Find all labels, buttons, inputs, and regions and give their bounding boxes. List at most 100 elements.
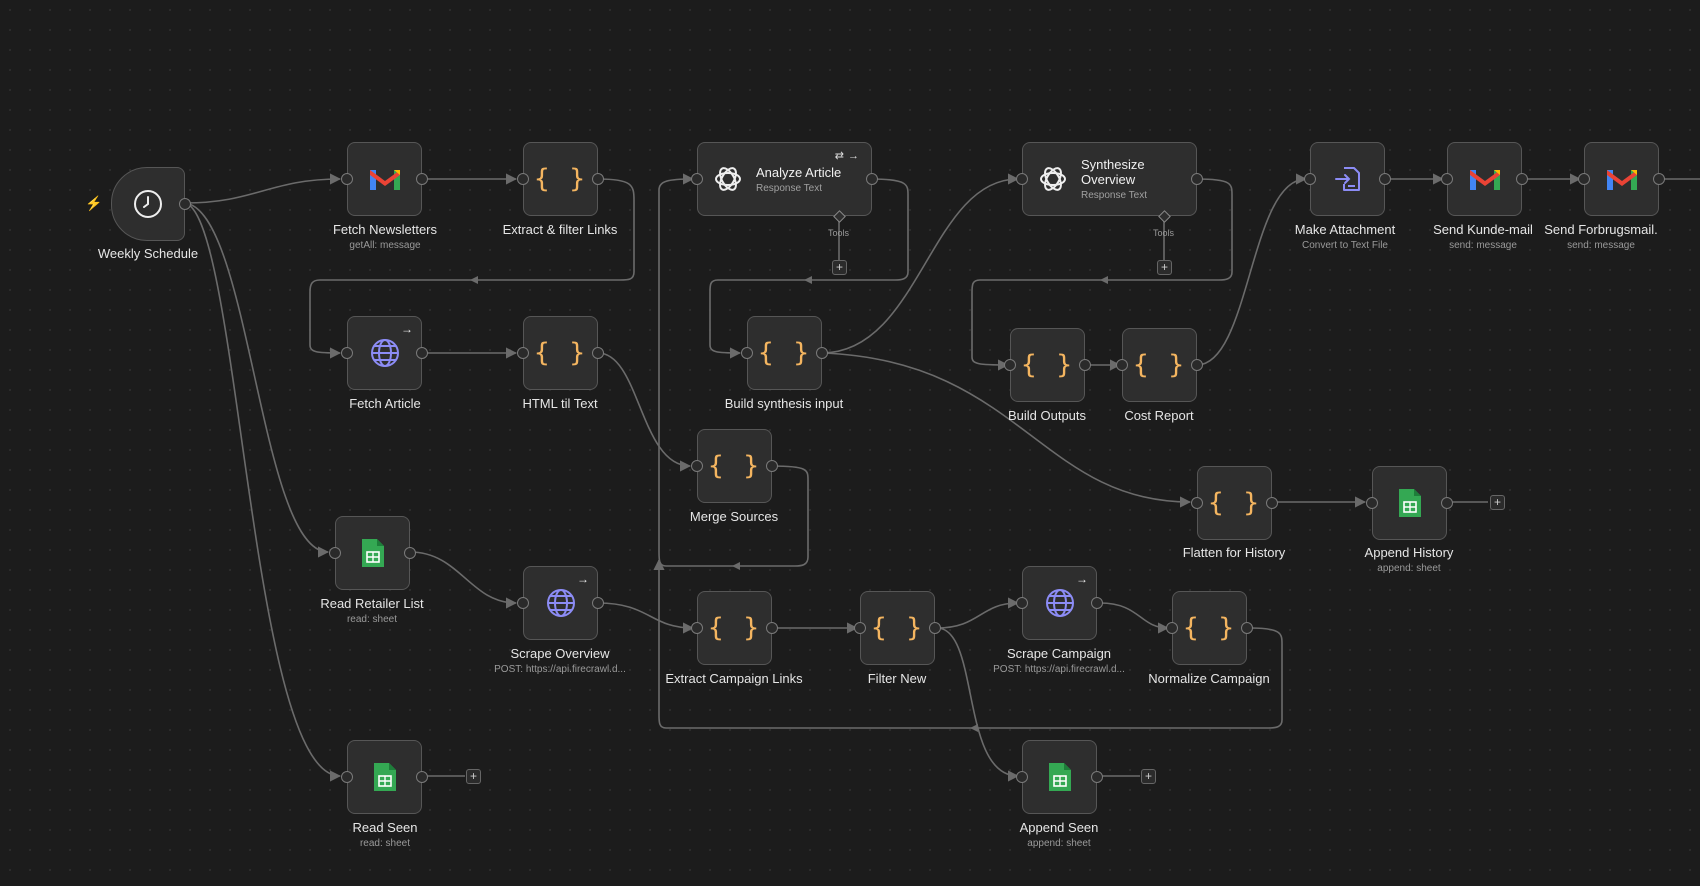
google-sheets-icon	[361, 539, 384, 567]
output-port[interactable]	[1441, 497, 1453, 509]
node-label: Scrape Overview	[510, 646, 610, 661]
output-port[interactable]	[592, 597, 604, 609]
node-label: Append Seen	[1019, 820, 1099, 835]
node-label: Read Seen	[352, 820, 418, 835]
input-port[interactable]	[741, 347, 753, 359]
code-braces-icon: { }	[758, 338, 811, 368]
tools-connector-diamond[interactable]	[833, 210, 846, 223]
code-braces-icon: { }	[1021, 350, 1074, 380]
input-port[interactable]	[329, 547, 341, 559]
input-port[interactable]	[1116, 359, 1128, 371]
clock-icon	[134, 190, 162, 218]
google-sheets-icon	[373, 763, 396, 791]
output-port[interactable]	[1653, 173, 1665, 185]
input-port[interactable]	[1016, 173, 1028, 185]
output-port[interactable]	[1191, 173, 1203, 185]
input-port[interactable]	[341, 771, 353, 783]
input-port[interactable]	[1004, 359, 1016, 371]
edge-cost-attachment	[1196, 173, 1308, 366]
input-port[interactable]	[1366, 497, 1378, 509]
add-tool-button[interactable]: +	[832, 260, 847, 275]
output-port[interactable]	[1091, 597, 1103, 609]
node-label: Read Retailer List	[320, 596, 424, 611]
node-filter-new[interactable]: { }	[854, 591, 941, 665]
node-scrape-campaign[interactable]: →	[1016, 566, 1103, 640]
node-build-outputs[interactable]: { }	[1004, 328, 1091, 402]
input-port[interactable]	[341, 173, 353, 185]
edge-filter-scrapecampaign	[936, 597, 1020, 629]
output-port[interactable]	[416, 173, 428, 185]
output-port[interactable]	[766, 622, 778, 634]
execute-arrow-icon[interactable]: →	[1076, 572, 1088, 586]
input-port[interactable]	[517, 597, 529, 609]
output-port[interactable]	[404, 547, 416, 559]
input-port[interactable]	[691, 622, 703, 634]
output-port[interactable]	[1266, 497, 1278, 509]
node-html-til-text[interactable]: { }	[517, 316, 604, 390]
output-port[interactable]	[1241, 622, 1253, 634]
input-port[interactable]	[691, 173, 703, 185]
add-node-button[interactable]: +	[1490, 495, 1505, 510]
input-port[interactable]	[1016, 771, 1028, 783]
add-node-button[interactable]: +	[1141, 769, 1156, 784]
node-normalize-campaign[interactable]: { }	[1166, 591, 1253, 665]
input-port[interactable]	[1016, 597, 1028, 609]
add-tool-button[interactable]: +	[1157, 260, 1172, 275]
node-extract-campaign-links[interactable]: { }	[691, 591, 778, 665]
node-append-seen[interactable]	[1016, 740, 1103, 814]
node-build-synthesis-input[interactable]: { }	[741, 316, 828, 390]
node-extract-filter-links[interactable]: { }	[517, 142, 604, 216]
add-node-button[interactable]: +	[466, 769, 481, 784]
output-port[interactable]	[929, 622, 941, 634]
node-label: Scrape Campaign	[1006, 646, 1112, 661]
node-label: HTML til Text	[522, 396, 598, 411]
globe-icon	[1045, 589, 1074, 617]
node-cost-report[interactable]: { }	[1116, 328, 1203, 402]
output-port[interactable]	[1516, 173, 1528, 185]
input-port[interactable]	[341, 347, 353, 359]
node-send-kunde-mail[interactable]	[1441, 142, 1528, 216]
input-port[interactable]	[1578, 173, 1590, 185]
input-port[interactable]	[1304, 173, 1316, 185]
edge-schedule-readseen	[184, 202, 342, 782]
input-port[interactable]	[691, 460, 703, 472]
output-port[interactable]	[1379, 173, 1391, 185]
output-port[interactable]	[416, 347, 428, 359]
node-scrape-overview[interactable]: →	[517, 566, 604, 640]
output-port[interactable]	[1079, 359, 1091, 371]
output-port[interactable]	[766, 460, 778, 472]
retry-execute-icons[interactable]: ⇄→	[835, 149, 863, 162]
tools-connector-diamond[interactable]	[1158, 210, 1171, 223]
node-flatten-for-history[interactable]: { }	[1191, 466, 1278, 540]
execute-arrow-icon[interactable]: →	[401, 322, 413, 336]
node-send-forbrugsmail[interactable]	[1578, 142, 1665, 216]
workflow-canvas[interactable]: ⚡ Weekly Schedule Fetch Newsletters getA…	[0, 0, 1700, 886]
node-merge-sources[interactable]: { }	[691, 429, 778, 503]
node-synthesize-overview[interactable]: Synthesize Overview Response Text	[1016, 142, 1203, 223]
input-port[interactable]	[517, 173, 529, 185]
node-read-retailer-list[interactable]	[329, 516, 416, 590]
input-port[interactable]	[1191, 497, 1203, 509]
node-weekly-schedule[interactable]	[111, 167, 191, 241]
input-port[interactable]	[517, 347, 529, 359]
code-braces-icon: { }	[708, 451, 761, 481]
input-port[interactable]	[854, 622, 866, 634]
output-port[interactable]	[416, 771, 428, 783]
node-read-seen[interactable]	[341, 740, 428, 814]
node-analyze-article[interactable]: Analyze Article Response Text ⇄→	[691, 142, 878, 223]
google-sheets-icon	[1048, 763, 1071, 791]
output-port[interactable]	[866, 173, 878, 185]
output-port[interactable]	[1091, 771, 1103, 783]
execute-arrow-icon[interactable]: →	[577, 572, 589, 586]
input-port[interactable]	[1166, 622, 1178, 634]
output-port[interactable]	[816, 347, 828, 359]
input-port[interactable]	[1441, 173, 1453, 185]
node-make-attachment[interactable]	[1304, 142, 1391, 216]
node-fetch-newsletters[interactable]	[341, 142, 428, 216]
output-port[interactable]	[592, 347, 604, 359]
node-fetch-article[interactable]: →	[341, 316, 428, 390]
output-port[interactable]	[1191, 359, 1203, 371]
node-append-history[interactable]	[1366, 466, 1453, 540]
output-port[interactable]	[592, 173, 604, 185]
output-port[interactable]	[179, 198, 191, 210]
